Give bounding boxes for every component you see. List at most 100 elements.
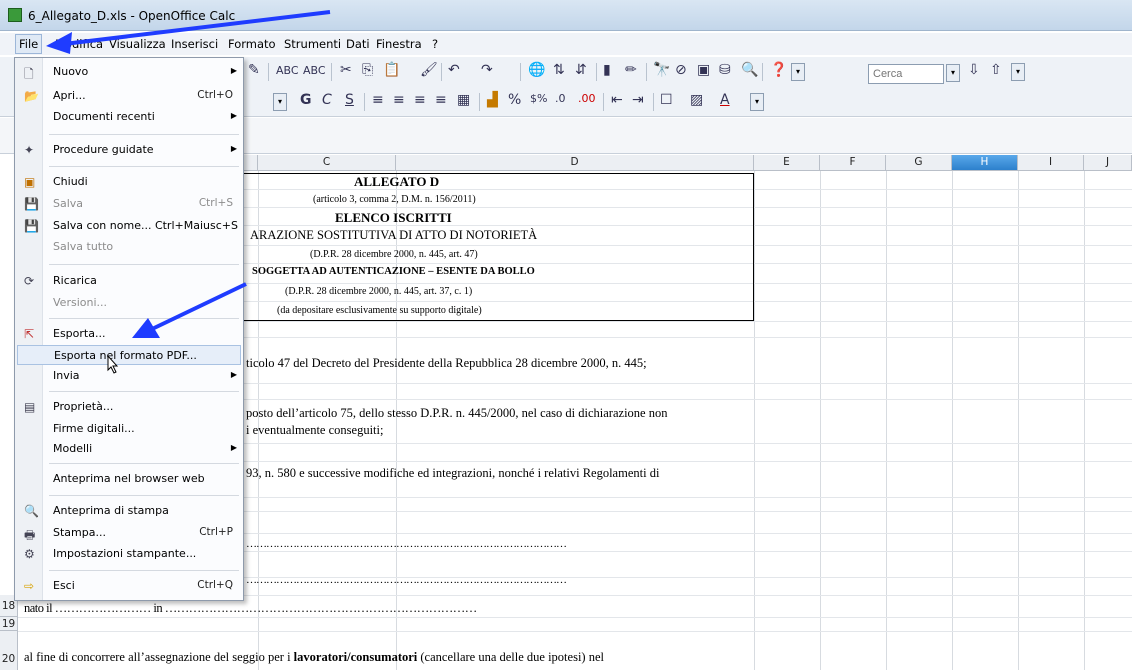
chart-icon[interactable]: ▮: [603, 62, 611, 78]
new-doc-icon: 🗋: [24, 67, 34, 81]
menu-item-esporta[interactable]: ⇱ Esporta...: [15, 324, 243, 344]
menu-item-impostazioni-stampante[interactable]: ⚙ Impostazioni stampante...: [15, 544, 243, 564]
hyperlink-icon[interactable]: 🌐: [528, 62, 545, 78]
menu-item-apri[interactable]: 📂 Apri... Ctrl+O: [15, 86, 243, 106]
menu-item-anteprima-browser[interactable]: Anteprima nel browser web: [15, 469, 243, 489]
edit-icon[interactable]: ✎: [248, 62, 260, 78]
find-options-icon[interactable]: ▾: [1011, 63, 1025, 81]
row-header-20[interactable]: 20: [0, 631, 18, 670]
doc-paragraph-3: 93, n. 580 e successive modifiche ed int…: [246, 466, 660, 480]
menu-item-firme-digitali[interactable]: Firme digitali...: [15, 419, 243, 439]
column-header-d[interactable]: D: [396, 155, 754, 171]
help-icon[interactable]: ❓: [770, 62, 787, 78]
submenu-arrow-icon: ▶: [230, 144, 237, 153]
copy-icon[interactable]: ⎘: [362, 62, 373, 78]
align-right-icon[interactable]: ≡: [414, 92, 426, 108]
font-size-dropdown-icon[interactable]: ▾: [273, 93, 287, 111]
datasource-icon[interactable]: ⛁: [719, 62, 731, 78]
menu-item-versioni[interactable]: Versioni...: [15, 293, 243, 313]
italic-icon[interactable]: C: [322, 92, 332, 108]
menu-item-ricarica[interactable]: ⟳ Ricarica: [15, 271, 243, 291]
menu-item-modelli[interactable]: Modelli ▶: [15, 439, 243, 459]
save-icon: 💾: [24, 197, 39, 211]
menu-item-salva-tutto[interactable]: Salva tutto: [15, 237, 243, 257]
menu-help[interactable]: ?: [432, 37, 438, 51]
column-header-j[interactable]: J: [1084, 155, 1132, 171]
find-dropdown-icon[interactable]: ▾: [946, 64, 960, 82]
merge-cells-icon[interactable]: ▦: [457, 92, 470, 108]
gallery-icon[interactable]: ▣: [697, 62, 710, 78]
column-header-i[interactable]: I: [1018, 155, 1084, 171]
menu-modifica[interactable]: Modifica: [55, 37, 103, 51]
column-header-e[interactable]: E: [754, 155, 820, 171]
column-header-f[interactable]: F: [820, 155, 886, 171]
paste-icon[interactable]: 📋: [383, 62, 400, 78]
background-color-icon[interactable]: ▨: [690, 92, 703, 108]
percent-icon[interactable]: %: [508, 92, 521, 108]
doc-dpr-ref-2: (D.P.R. 28 dicembre 2000, n. 445, art. 3…: [285, 286, 473, 297]
exit-icon: ⇨: [24, 579, 35, 593]
underline-icon[interactable]: S: [345, 92, 354, 108]
menu-item-invia[interactable]: Invia ▶: [15, 366, 243, 386]
add-decimal-icon[interactable]: .0: [555, 92, 566, 105]
zoom-icon[interactable]: 🔍: [741, 62, 758, 78]
redo-icon[interactable]: ↷: [481, 62, 493, 78]
spellcheck-icon[interactable]: ABC: [276, 64, 299, 77]
column-header-c[interactable]: C: [258, 155, 396, 171]
menu-item-salva[interactable]: 💾 Salva Ctrl+S: [15, 194, 243, 214]
align-center-icon[interactable]: ≡: [393, 92, 405, 108]
menu-dati[interactable]: Dati: [346, 37, 370, 51]
menu-item-salva-con-nome[interactable]: 💾 Salva con nome... Ctrl+Maiusc+S: [15, 216, 243, 236]
menu-item-anteprima-stampa[interactable]: 🔍 Anteprima di stampa: [15, 501, 243, 521]
increase-indent-icon[interactable]: ⇥: [632, 92, 644, 108]
menu-item-nuovo[interactable]: 🗋 Nuovo ▶: [15, 62, 243, 82]
menu-item-procedure-guidate[interactable]: ✦ Procedure guidate ▶: [15, 140, 243, 160]
menu-item-proprieta[interactable]: ▤ Proprietà...: [15, 397, 243, 417]
menu-finestra[interactable]: Finestra: [376, 37, 422, 51]
wizard-icon: ✦: [24, 143, 35, 157]
submenu-arrow-icon: ▶: [230, 66, 237, 75]
sort-asc-icon[interactable]: ⇅: [553, 62, 565, 78]
menu-item-esci[interactable]: ⇨ Esci Ctrl+Q: [15, 576, 243, 596]
column-header-g[interactable]: G: [886, 155, 952, 171]
column-header-h[interactable]: H: [952, 155, 1018, 171]
borders-icon[interactable]: ☐: [660, 92, 673, 108]
menu-visualizza[interactable]: Visualizza: [109, 37, 166, 51]
menu-file[interactable]: File: [15, 34, 43, 54]
justify-icon[interactable]: ≡: [435, 92, 447, 108]
find-prev-icon[interactable]: ⇧: [990, 62, 1002, 78]
standard-format-icon[interactable]: $%: [530, 92, 547, 105]
undo-icon[interactable]: ↶: [448, 62, 460, 78]
menu-item-documenti-recenti[interactable]: Documenti recenti ▶: [15, 107, 243, 127]
menu-inserisci[interactable]: Inserisci: [171, 37, 218, 51]
align-left-icon[interactable]: ≡: [372, 92, 384, 108]
printer-settings-icon: ⚙: [24, 547, 35, 561]
find-input[interactable]: [868, 64, 944, 84]
draw-icon[interactable]: ✏: [625, 62, 637, 78]
format-paintbrush-icon[interactable]: 🖌: [420, 62, 438, 78]
file-menu: 🗋 Nuovo ▶ 📂 Apri... Ctrl+O Documenti recenti…: [14, 57, 244, 601]
find-replace-icon[interactable]: 🔭: [653, 62, 670, 78]
menu-item-esporta-pdf[interactable]: Esporta nel formato PDF...: [17, 345, 241, 365]
cut-icon[interactable]: ✂: [340, 62, 352, 78]
row-header-19[interactable]: 19: [0, 617, 18, 631]
close-doc-icon: ▣: [24, 175, 36, 189]
currency-icon[interactable]: ▟: [487, 92, 498, 108]
navigator-icon[interactable]: ⊘: [675, 62, 687, 78]
delete-decimal-icon[interactable]: .00: [578, 92, 596, 105]
menu-item-stampa[interactable]: 🖶 Stampa... Ctrl+P: [15, 523, 243, 543]
bold-icon[interactable]: G: [300, 92, 312, 108]
format-toolbar-options-icon[interactable]: ▾: [750, 93, 764, 111]
doc-paragraph-20-bold: lavoratori/consumatori: [293, 650, 418, 664]
autospell-icon[interactable]: ABC: [303, 64, 326, 77]
window-title: 6_Allegato_D.xls - OpenOffice Calc: [28, 9, 236, 23]
menu-item-chiudi[interactable]: ▣ Chiudi: [15, 172, 243, 192]
doc-paragraph-20-start: al fine di concorrere all’assegnazione d…: [24, 650, 294, 664]
toolbar-options-icon[interactable]: ▾: [791, 63, 805, 81]
menu-formato[interactable]: Formato: [228, 37, 276, 51]
decrease-indent-icon[interactable]: ⇤: [611, 92, 623, 108]
menu-strumenti[interactable]: Strumenti: [284, 37, 341, 51]
find-next-icon[interactable]: ⇩: [968, 62, 980, 78]
sort-desc-icon[interactable]: ⇵: [575, 62, 587, 78]
font-color-icon[interactable]: A: [720, 92, 730, 108]
